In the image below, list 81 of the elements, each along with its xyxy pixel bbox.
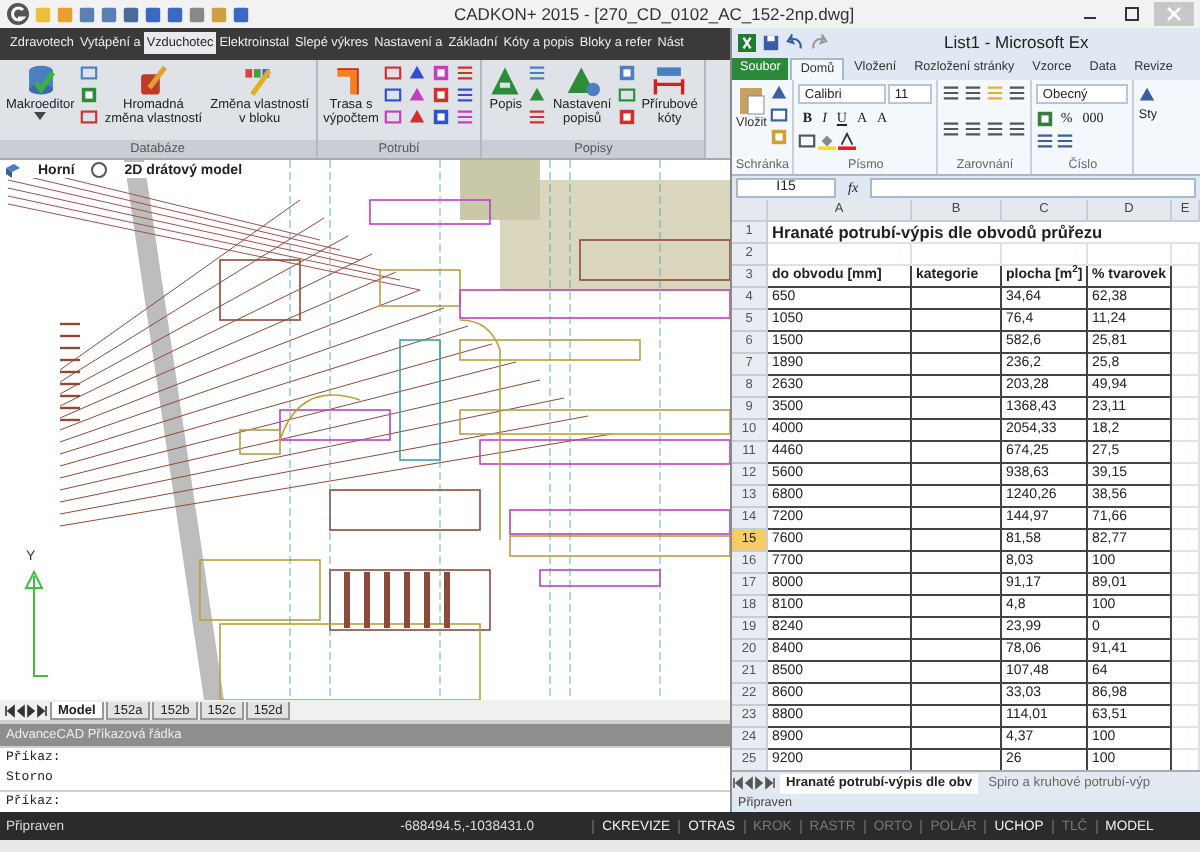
fill-color-icon[interactable] (818, 132, 837, 150)
empty-cell (912, 442, 1002, 464)
empty-cell (1172, 398, 1200, 420)
empty-cell (912, 574, 1002, 596)
empty-cell (1172, 310, 1200, 332)
empty-cell (1172, 486, 1200, 508)
empty-cell (912, 552, 1002, 574)
empty-cell (912, 596, 1002, 618)
empty-cell (912, 464, 1002, 486)
empty-cell (912, 332, 1002, 354)
empty-cell (912, 640, 1002, 662)
empty-cell (1172, 288, 1200, 310)
globe-icon[interactable] (90, 162, 109, 179)
formula-input[interactable] (870, 178, 1196, 198)
empty-cell (912, 398, 1002, 420)
empty-cell (912, 618, 1002, 640)
window-title: CADKON+ 2015 - [270_CD_0102_AC_152-2np.dwg] (454, 4, 855, 24)
empty-cell (1172, 354, 1200, 376)
empty-cell (1172, 530, 1200, 552)
tool-icon[interactable] (528, 107, 547, 126)
empty-cell (912, 728, 1002, 750)
borders-icon[interactable] (798, 132, 817, 150)
sheet-navigation-icon[interactable] (732, 776, 776, 790)
spreadsheet-app-icon[interactable] (738, 33, 756, 51)
empty-cell (912, 662, 1002, 684)
empty-cell (912, 530, 1002, 552)
caret-icon (34, 112, 47, 121)
alignment-icon[interactable] (1008, 120, 1027, 138)
brush-icon (136, 63, 171, 98)
empty-cell (1172, 464, 1200, 486)
empty-cell (1172, 420, 1200, 442)
flange-icon (652, 63, 687, 98)
empty-cell (912, 486, 1002, 508)
empty-cell (1172, 266, 1200, 288)
alignment-icon[interactable] (1008, 84, 1027, 102)
empty-cell (1172, 552, 1200, 574)
empty-cell (1172, 662, 1200, 684)
tool-icon[interactable] (456, 85, 475, 104)
empty-cell (912, 310, 1002, 332)
empty-cell (1172, 640, 1200, 662)
empty-cell (1172, 618, 1200, 640)
empty-cell (912, 288, 1002, 310)
empty-cell (912, 684, 1002, 706)
empty-cell (912, 376, 1002, 398)
window-title: List1 - Microsoft Ex (944, 32, 1089, 52)
app-logo-icon[interactable] (6, 2, 30, 26)
empty-cell (912, 508, 1002, 530)
empty-cell (1172, 706, 1200, 728)
tool-icon[interactable] (528, 85, 547, 104)
empty-cell (912, 244, 1002, 266)
empty-cell (1172, 332, 1200, 354)
empty-cell (1172, 728, 1200, 750)
empty-cell (1172, 574, 1200, 596)
cube-icon[interactable] (4, 162, 22, 179)
empty-cell (1172, 684, 1200, 706)
save-icon[interactable] (762, 33, 780, 51)
empty-cell (912, 420, 1002, 442)
alignment-icon[interactable] (942, 120, 961, 138)
label-settings-icon (565, 63, 600, 98)
undo-icon[interactable] (786, 33, 804, 51)
alignment-icon[interactable] (964, 84, 983, 102)
alignment-icon[interactable] (986, 120, 1005, 138)
table-title: Hranaté potrubí-výpis dle obvodů průřezu (768, 222, 1200, 244)
font-color-icon[interactable] (838, 132, 857, 150)
alignment-icon[interactable] (964, 120, 983, 138)
empty-cell (1172, 442, 1200, 464)
empty-cell (912, 706, 1002, 728)
empty-cell (912, 354, 1002, 376)
tab-navigation-icon[interactable] (4, 703, 48, 718)
pencil-icon (242, 63, 277, 98)
tool-icon[interactable] (528, 63, 547, 82)
tool-icon[interactable] (456, 63, 475, 82)
empty-cell (1002, 244, 1088, 266)
tool-icon[interactable] (456, 107, 475, 126)
empty-cell (1172, 244, 1200, 266)
database-icon (23, 63, 58, 98)
empty-cell (1088, 244, 1172, 266)
empty-cell (1172, 596, 1200, 618)
empty-cell (1172, 508, 1200, 530)
alignment-icon[interactable] (942, 84, 961, 102)
empty-cell (1172, 376, 1200, 398)
